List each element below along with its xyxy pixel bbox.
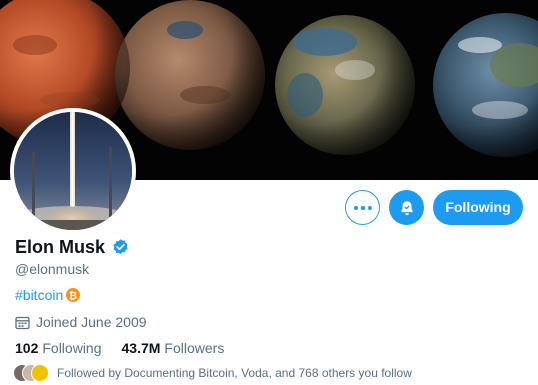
svg-text:₿: ₿ bbox=[69, 290, 77, 302]
verified-badge-icon bbox=[111, 238, 130, 257]
notification-bell-icon bbox=[400, 200, 413, 215]
avatar-image bbox=[14, 112, 132, 230]
profile-name: Elon Musk bbox=[15, 237, 106, 257]
mini-avatar bbox=[31, 364, 49, 382]
following-count-link[interactable]: 102 Following bbox=[15, 340, 102, 356]
more-options-icon bbox=[353, 205, 372, 210]
joined-date-text: Joined June 2009 bbox=[36, 314, 147, 330]
following-button[interactable]: Following bbox=[433, 190, 523, 225]
followers-count-link[interactable]: 43.7M Followers bbox=[122, 340, 225, 356]
following-label: Following bbox=[42, 340, 102, 356]
followers-label: Followers bbox=[164, 340, 225, 356]
calendar-icon bbox=[15, 315, 30, 330]
joined-date: Joined June 2009 bbox=[15, 314, 147, 330]
followed-by-text: Followed by Documenting Bitcoin, Voda, a… bbox=[57, 366, 412, 380]
bitcoin-icon: ₿ bbox=[66, 288, 81, 302]
avatar[interactable] bbox=[10, 108, 136, 234]
profile-handle: @elonmusk bbox=[15, 261, 90, 277]
profile-bio: #bitcoin ₿ bbox=[15, 287, 81, 303]
notifications-bell-button[interactable] bbox=[389, 190, 424, 225]
followers-count: 43.7M bbox=[121, 340, 161, 356]
following-count: 102 bbox=[15, 340, 39, 356]
profile-name-row: Elon Musk bbox=[15, 237, 130, 258]
more-options-button[interactable] bbox=[345, 190, 380, 225]
profile-stats: 102 Following 43.7M Followers bbox=[15, 340, 224, 356]
followers-you-know-avatars bbox=[13, 364, 49, 382]
bio-hashtag-link[interactable]: #bitcoin bbox=[15, 287, 63, 303]
followed-by-row[interactable]: Followed by Documenting Bitcoin, Voda, a… bbox=[13, 364, 412, 382]
